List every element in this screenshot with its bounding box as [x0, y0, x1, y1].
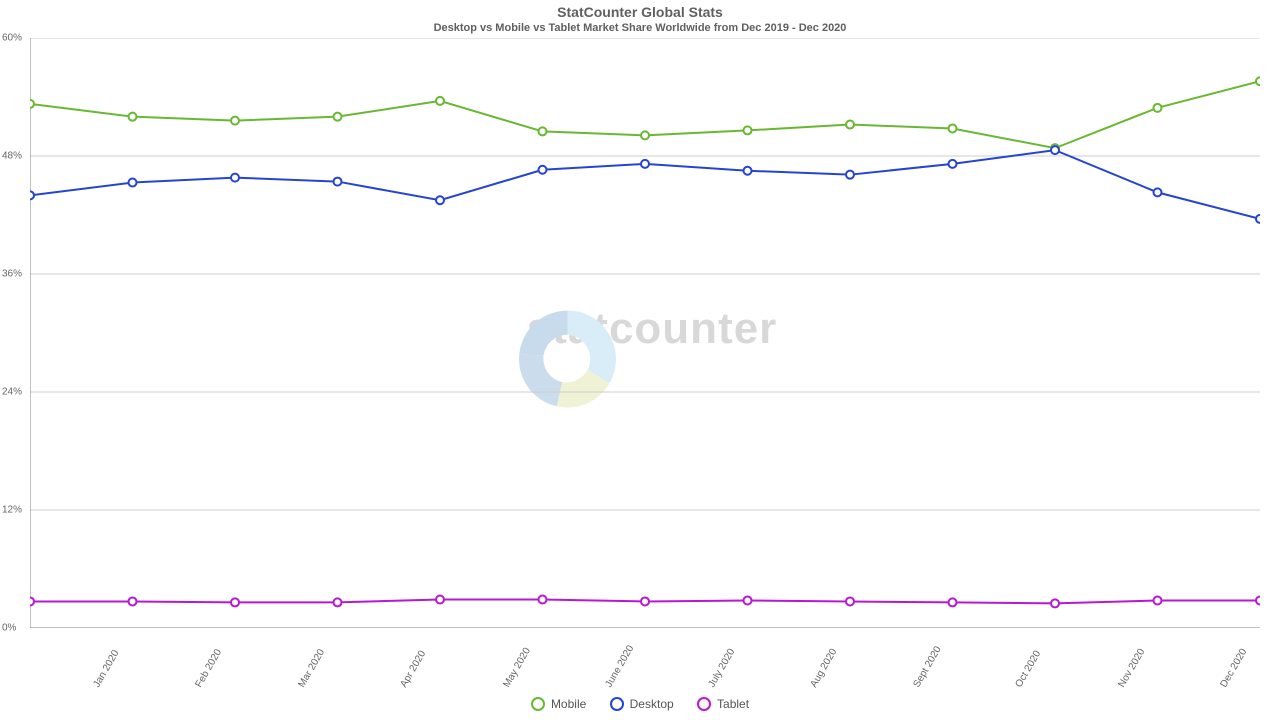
x-tick-label: July 2020	[706, 647, 737, 690]
chart-svg	[30, 38, 1260, 628]
x-tick-label: Sept 2020	[911, 645, 943, 690]
legend-marker-tablet	[697, 697, 711, 711]
chart-subtitle: Desktop vs Mobile vs Tablet Market Share…	[0, 22, 1280, 34]
x-tick-label: Oct 2020	[1013, 649, 1043, 690]
y-tick-label: 60%	[2, 33, 22, 44]
x-tick-label: Apr 2020	[398, 649, 428, 690]
x-tick-label: Jan 2020	[91, 648, 121, 689]
legend-item-tablet: Tablet	[697, 697, 749, 711]
x-tick-label: Nov 2020	[1116, 647, 1147, 690]
legend: Mobile Desktop Tablet	[0, 697, 1280, 714]
legend-item-desktop: Desktop	[610, 697, 674, 711]
legend-marker-mobile	[531, 697, 545, 711]
x-tick-label: Mar 2020	[296, 647, 327, 689]
legend-label-tablet: Tablet	[717, 697, 749, 711]
x-tick-label: June 2020	[603, 644, 636, 690]
x-tick-label: May 2020	[501, 646, 532, 690]
x-tick-label: Dec 2020	[1218, 647, 1249, 690]
x-tick-label: Aug 2020	[808, 647, 839, 690]
x-tick-label: Feb 2020	[193, 647, 224, 689]
chart-title: StatCounter Global Stats	[0, 4, 1280, 20]
legend-marker-desktop	[610, 697, 624, 711]
y-tick-label: 24%	[2, 387, 22, 398]
legend-label-mobile: Mobile	[551, 697, 586, 711]
legend-item-mobile: Mobile	[531, 697, 586, 711]
legend-label-desktop: Desktop	[630, 697, 674, 711]
y-tick-label: 0%	[2, 623, 16, 634]
y-tick-label: 48%	[2, 151, 22, 162]
y-tick-label: 36%	[2, 269, 22, 280]
y-tick-label: 12%	[2, 505, 22, 516]
plot-area: statcounter 0%12%24%36%48%60% Jan 2020Fe…	[30, 38, 1260, 628]
